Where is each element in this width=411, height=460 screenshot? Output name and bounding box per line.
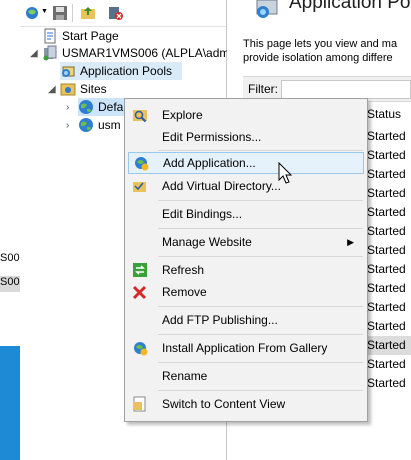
explore-icon: [133, 110, 147, 123]
menu-item-label: Rename: [162, 369, 208, 383]
status-cell[interactable]: Started: [367, 127, 411, 146]
mouse-cursor-icon: [278, 162, 293, 184]
menu-separator: [158, 228, 363, 229]
app-pool-icon: [62, 66, 75, 77]
save-icon[interactable]: [52, 5, 68, 21]
menu-item-label: Install Application From Gallery: [162, 341, 328, 355]
tree-label: Start Page: [62, 29, 119, 43]
menu-item-label: Add Application...: [163, 156, 256, 170]
menu-item-explore[interactable]: Explore: [128, 104, 364, 126]
tree-label: Application Pools: [80, 64, 173, 78]
globe-icon: [79, 118, 93, 132]
menu-item-label: Edit Permissions...: [162, 130, 262, 144]
menu-separator: [158, 390, 363, 391]
menu-item-rename[interactable]: Rename: [128, 365, 364, 387]
status-cell-selected[interactable]: Started: [367, 336, 411, 355]
up-folder-icon[interactable]: [80, 5, 96, 21]
start-page-icon: [44, 28, 56, 44]
menu-item-manage-website[interactable]: Manage Website ▶: [128, 231, 364, 253]
server-icon: [43, 45, 57, 61]
context-menu: Explore Edit Permissions... Add Applicat…: [124, 98, 368, 422]
connect-dropdown-icon[interactable]: ▼: [41, 8, 48, 15]
gallery-icon: [134, 342, 148, 356]
menu-separator: [158, 334, 363, 335]
menu-item-add-virtual-directory[interactable]: Add Virtual Directory...: [128, 175, 364, 197]
status-cell[interactable]: Started: [367, 184, 411, 203]
menu-item-label: Refresh: [162, 263, 205, 277]
menu-item-label: Manage Website: [162, 235, 252, 249]
status-cell[interactable]: Started: [367, 317, 411, 336]
collapse-icon[interactable]: ◢: [30, 49, 40, 59]
menu-separator: [158, 200, 363, 201]
page-description-line1: This page lets you view and ma: [243, 38, 398, 50]
refresh-icon: [133, 263, 147, 277]
tree-label: usm: [98, 118, 121, 132]
status-cell[interactable]: Started: [367, 165, 411, 184]
menu-separator: [158, 150, 363, 151]
menu-item-install-gallery[interactable]: Install Application From Gallery: [128, 337, 364, 359]
status-cell[interactable]: Started: [367, 260, 411, 279]
menu-item-label: Explore: [162, 108, 203, 122]
tree-label: Sites: [80, 82, 107, 96]
menu-item-edit-permissions[interactable]: Edit Permissions...: [128, 126, 364, 148]
filter-label: Filter:: [248, 82, 278, 96]
expand-icon[interactable]: ›: [66, 121, 76, 131]
left-fragment-2: S006: [0, 276, 20, 292]
menu-item-label: Remove: [162, 285, 207, 299]
status-cell[interactable]: Started: [367, 298, 411, 317]
status-cell[interactable]: Started: [367, 374, 411, 393]
disconnect-icon[interactable]: [108, 5, 124, 21]
menu-item-remove[interactable]: Remove: [128, 281, 364, 303]
menu-separator: [158, 256, 363, 257]
filter-input[interactable]: [281, 80, 411, 99]
menu-item-add-application[interactable]: Add Application...: [128, 152, 364, 174]
menu-separator: [158, 306, 363, 307]
status-cell[interactable]: Started: [367, 241, 411, 260]
menu-item-label: Switch to Content View: [162, 397, 286, 411]
remove-icon: [132, 285, 147, 300]
sites-folder-icon: [60, 83, 76, 96]
menu-item-switch-content-view[interactable]: Switch to Content View: [128, 393, 364, 415]
toolbar-separator: [72, 4, 73, 22]
status-cell[interactable]: Started: [367, 279, 411, 298]
add-application-icon: [135, 157, 149, 171]
submenu-arrow-icon: ▶: [347, 237, 354, 247]
menu-item-label: Add Virtual Directory...: [162, 179, 281, 193]
left-fragment-1: S006: [0, 252, 20, 264]
status-cell[interactable]: Started: [367, 222, 411, 241]
page-description-line2: provide isolation among differe: [243, 52, 393, 64]
collapse-icon[interactable]: ◢: [48, 85, 58, 95]
connect-icon[interactable]: [24, 5, 40, 21]
virtual-directory-icon: [133, 182, 146, 192]
status-cell[interactable]: Started: [367, 203, 411, 222]
page-title: Application Po: [289, 0, 411, 13]
menu-item-label: Edit Bindings...: [162, 207, 243, 221]
content-view-icon: [133, 396, 146, 412]
status-cell[interactable]: Started: [367, 146, 411, 165]
menu-item-edit-bindings[interactable]: Edit Bindings...: [128, 203, 364, 225]
left-window-strip: S006 S006: [0, 0, 20, 460]
status-cell[interactable]: Started: [367, 355, 411, 374]
globe-icon: [79, 100, 93, 114]
menu-item-label: Add FTP Publishing...: [162, 313, 278, 327]
menu-separator: [158, 362, 363, 363]
menu-item-refresh[interactable]: Refresh: [128, 259, 364, 281]
connections-toolbar: ▼: [20, 0, 226, 27]
column-header-status[interactable]: Status: [367, 107, 401, 121]
menu-item-add-ftp[interactable]: Add FTP Publishing...: [128, 309, 364, 331]
expand-icon[interactable]: ›: [66, 103, 76, 113]
tree-item-app-pools[interactable]: Application Pools: [60, 62, 182, 80]
tree-label: USMAR1VMS006 (ALPLA\adm: [62, 46, 230, 60]
left-blue-panel: [0, 346, 20, 460]
tree-label: Defa: [98, 100, 124, 114]
app-pools-header-icon: [256, 0, 278, 18]
